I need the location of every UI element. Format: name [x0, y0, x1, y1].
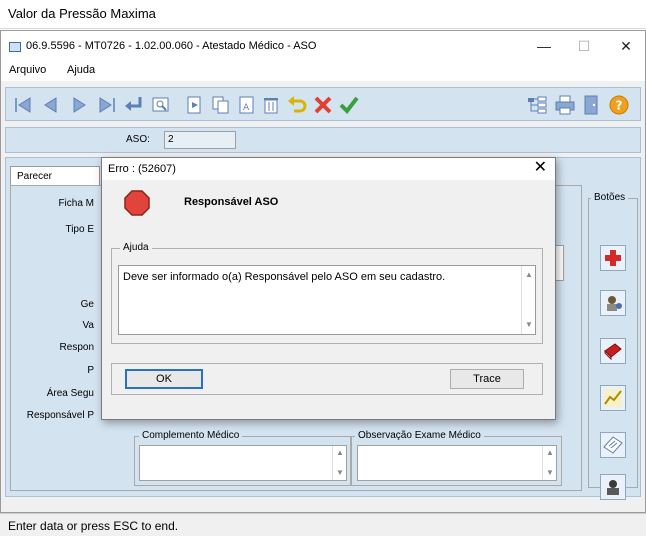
medical-cross-icon[interactable]: [600, 245, 626, 271]
exit-door-icon[interactable]: [580, 94, 602, 116]
enter-icon[interactable]: [122, 94, 144, 116]
doctor-icon[interactable]: [600, 290, 626, 316]
label-respon: Respon: [59, 342, 94, 353]
copy-icon[interactable]: [210, 94, 232, 116]
prev-icon[interactable]: [40, 94, 62, 116]
aso-value: 2: [168, 134, 174, 145]
last-icon[interactable]: [96, 94, 118, 116]
chart-icon[interactable]: [600, 385, 626, 411]
complemento-scrollbar[interactable]: ▲ ▼: [332, 446, 346, 480]
edit-icon[interactable]: A: [236, 94, 258, 116]
label-ficha: Ficha M: [58, 198, 94, 209]
patient-icon[interactable]: [600, 474, 626, 500]
error-dialog: Erro : (52607) ✕ Responsável ASO Ajuda D…: [101, 157, 556, 420]
dialog-title-bar: Erro : (52607) ✕: [102, 158, 555, 180]
help-scrollbar[interactable]: ▲ ▼: [521, 266, 535, 334]
scroll-down-icon[interactable]: ▼: [545, 468, 555, 478]
close-button[interactable]: ✕: [611, 35, 641, 57]
preview-icon[interactable]: [150, 94, 172, 116]
maximize-button[interactable]: ☐: [569, 35, 599, 57]
help-message-box[interactable]: Deve ser informado o(a) Responsável pelo…: [118, 265, 536, 335]
complemento-group: Complemento Médico ▲ ▼: [134, 430, 352, 486]
toolbar: A ?: [5, 87, 641, 121]
complemento-input[interactable]: ▲ ▼: [139, 445, 347, 481]
outer-title: Valor da Pressão Maxima: [8, 6, 156, 21]
label-va: Va: [82, 320, 95, 331]
scroll-up-icon[interactable]: ▲: [524, 270, 534, 280]
scroll-down-icon[interactable]: ▼: [335, 468, 345, 478]
first-icon[interactable]: [12, 94, 34, 116]
complemento-label: Complemento Médico: [139, 430, 243, 441]
stop-icon: [124, 190, 150, 216]
window-title-bar: 06.9.5596 - MT0726 - 1.02.00.060 - Atest…: [1, 31, 645, 61]
undo-icon[interactable]: [286, 94, 308, 116]
svg-text:?: ?: [616, 99, 623, 113]
status-bar: Enter data or press ESC to end.: [0, 513, 646, 536]
next-icon[interactable]: [68, 94, 90, 116]
label-ge: Ge: [80, 299, 94, 310]
scroll-down-icon[interactable]: ▼: [524, 320, 534, 330]
aso-label: ASO:: [126, 134, 150, 145]
book-icon[interactable]: [600, 338, 626, 364]
status-text: Enter data or press ESC to end.: [8, 519, 179, 533]
menu-bar: Arquivo Ajuda: [1, 61, 645, 81]
menu-ajuda[interactable]: Ajuda: [67, 64, 95, 76]
dialog-heading: Responsável ASO: [184, 196, 279, 208]
card-icon[interactable]: [600, 432, 626, 458]
observacao-scrollbar[interactable]: ▲ ▼: [542, 446, 556, 480]
app-icon: [9, 42, 21, 52]
delete-icon[interactable]: [260, 94, 282, 116]
add-page-icon[interactable]: [184, 94, 206, 116]
observacao-group: Observação Exame Médico ▲ ▼: [350, 430, 562, 486]
botoes-label: Botões: [591, 192, 629, 203]
dialog-body: Responsável ASO Ajuda Deve ser informado…: [102, 180, 555, 419]
observacao-input[interactable]: ▲ ▼: [357, 445, 557, 481]
label-tipo: Tipo E: [65, 224, 94, 235]
dialog-button-group: OK Trace: [111, 363, 543, 395]
minimize-button[interactable]: —: [529, 35, 559, 57]
outer-title-bar: Valor da Pressão Maxima: [0, 0, 646, 29]
label-responsavel-p: Responsável P: [26, 410, 94, 421]
ok-button[interactable]: OK: [125, 369, 203, 389]
window-title: 06.9.5596 - MT0726 - 1.02.00.060 - Atest…: [26, 40, 317, 52]
help-group: Ajuda Deve ser informado o(a) Responsáve…: [111, 242, 543, 344]
cancel-icon[interactable]: [312, 94, 334, 116]
help-icon[interactable]: ?: [608, 94, 630, 116]
observacao-label: Observação Exame Médico: [355, 430, 484, 441]
help-message: Deve ser informado o(a) Responsável pelo…: [123, 271, 446, 283]
print-icon[interactable]: [554, 94, 576, 116]
label-p: P: [87, 365, 94, 376]
trace-button[interactable]: Trace: [450, 369, 524, 389]
svg-text:A: A: [243, 103, 250, 113]
scroll-up-icon[interactable]: ▲: [545, 448, 555, 458]
dialog-close-button[interactable]: ✕: [534, 159, 547, 177]
label-area: Área Segu: [46, 388, 94, 399]
help-label: Ajuda: [120, 242, 152, 253]
menu-arquivo[interactable]: Arquivo: [9, 64, 46, 76]
dialog-title: Erro : (52607): [108, 163, 176, 175]
aso-row: ASO: 2: [5, 127, 641, 153]
scroll-up-icon[interactable]: ▲: [335, 448, 345, 458]
confirm-icon[interactable]: [338, 94, 360, 116]
tab-parecer[interactable]: Parecer: [10, 166, 100, 186]
aso-field[interactable]: 2: [164, 131, 236, 149]
tree-icon[interactable]: [526, 94, 548, 116]
